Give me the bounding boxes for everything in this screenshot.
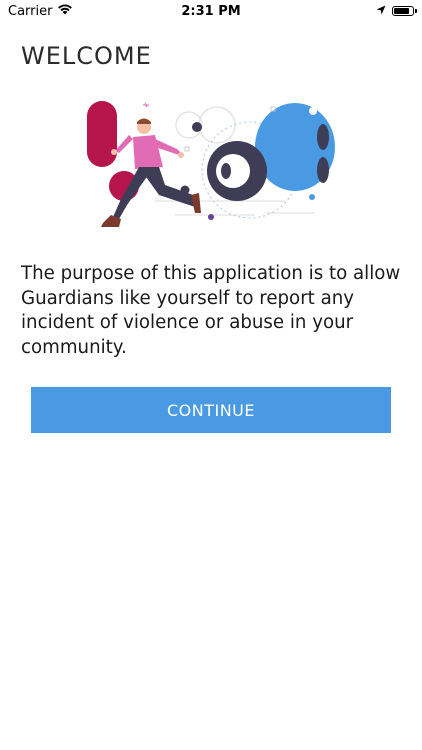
welcome-illustration bbox=[85, 95, 340, 235]
continue-button[interactable]: CONTINUE bbox=[31, 387, 391, 433]
welcome-screen: Carrier 2:31 PM WELCOME The purpose of t… bbox=[0, 0, 422, 750]
welcome-description: The purpose of this application is to al… bbox=[21, 263, 401, 358]
wifi-icon bbox=[57, 3, 73, 19]
status-bar: Carrier 2:31 PM bbox=[0, 0, 422, 22]
page-title: WELCOME bbox=[21, 42, 152, 70]
status-left: Carrier bbox=[0, 3, 73, 19]
status-right bbox=[376, 4, 422, 19]
battery-fill bbox=[394, 8, 409, 14]
battery-icon bbox=[392, 6, 417, 16]
location-arrow-icon bbox=[376, 4, 386, 19]
carrier-label: Carrier bbox=[8, 3, 53, 19]
